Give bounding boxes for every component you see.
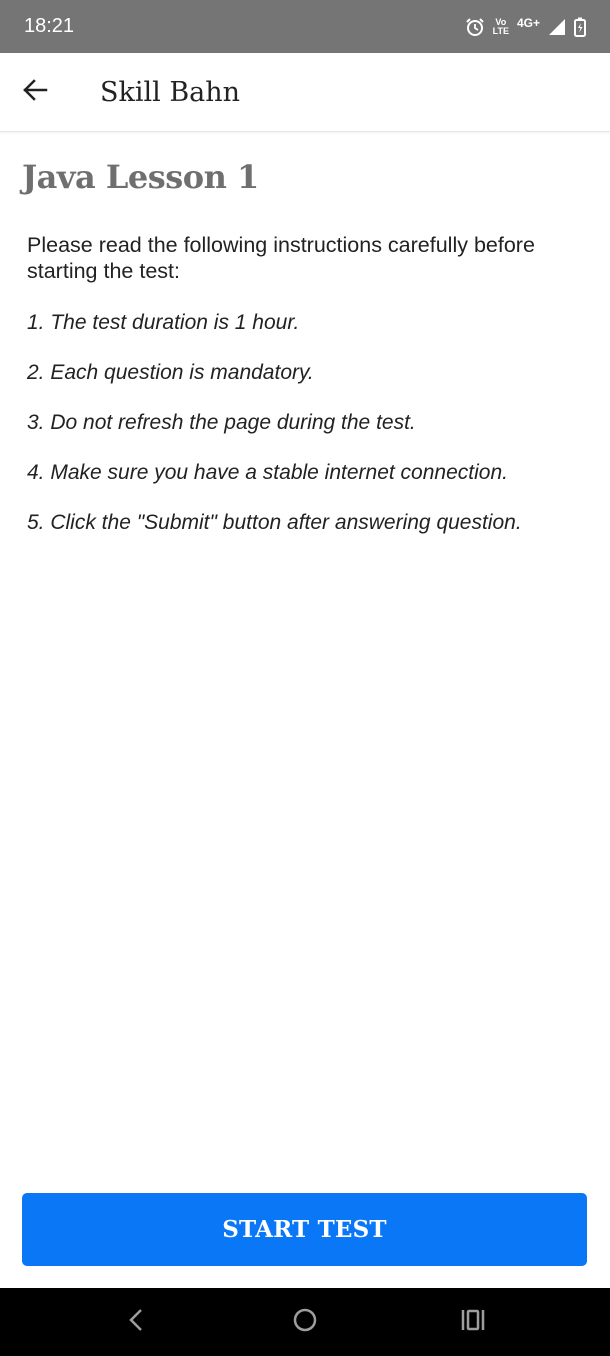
status-icons: Vo LTE 4G+ [465,15,586,37]
system-nav-bar [0,1288,610,1356]
instruction-item: 3. Do not refresh the page during the te… [27,411,416,434]
nav-recents-button[interactable] [433,1288,513,1356]
alarm-icon [465,17,485,37]
instruction-item: 1. The test duration is 1 hour. [27,311,300,334]
app-title: Skill Bahn [100,76,241,108]
volte-lte-icon: Vo LTE [492,17,509,36]
back-button[interactable] [0,53,70,132]
instruction-item: 5. Click the "Submit" button after answe… [27,511,522,534]
instruction-item: 4. Make sure you have a stable internet … [27,461,508,484]
instruction-item: 2. Each question is mandatory. [27,361,314,384]
status-bar: 18:21 Vo LTE 4G+ [0,0,610,53]
signal-icon [548,18,566,36]
status-time: 18:21 [24,15,75,37]
nav-recents-icon [460,1308,486,1337]
lesson-title: Java Lesson 1 [22,158,259,196]
nav-back-icon [125,1307,147,1338]
arrow-left-icon [22,77,48,108]
instructions-list: 1. The test duration is 1 hour. 2. Each … [27,310,597,560]
battery-charging-icon [574,17,586,37]
volte-bottom: LTE [492,25,509,36]
nav-home-button[interactable] [265,1288,345,1356]
start-test-label: START TEST [222,1216,387,1243]
nav-back-button[interactable] [96,1288,176,1356]
start-test-button[interactable]: START TEST [22,1193,587,1266]
nav-home-icon [291,1306,319,1339]
app-bar: Skill Bahn [0,53,610,132]
instructions-intro: Please read the following instructions c… [27,233,535,283]
network-4g-plus-icon: 4G+ [516,15,540,30]
